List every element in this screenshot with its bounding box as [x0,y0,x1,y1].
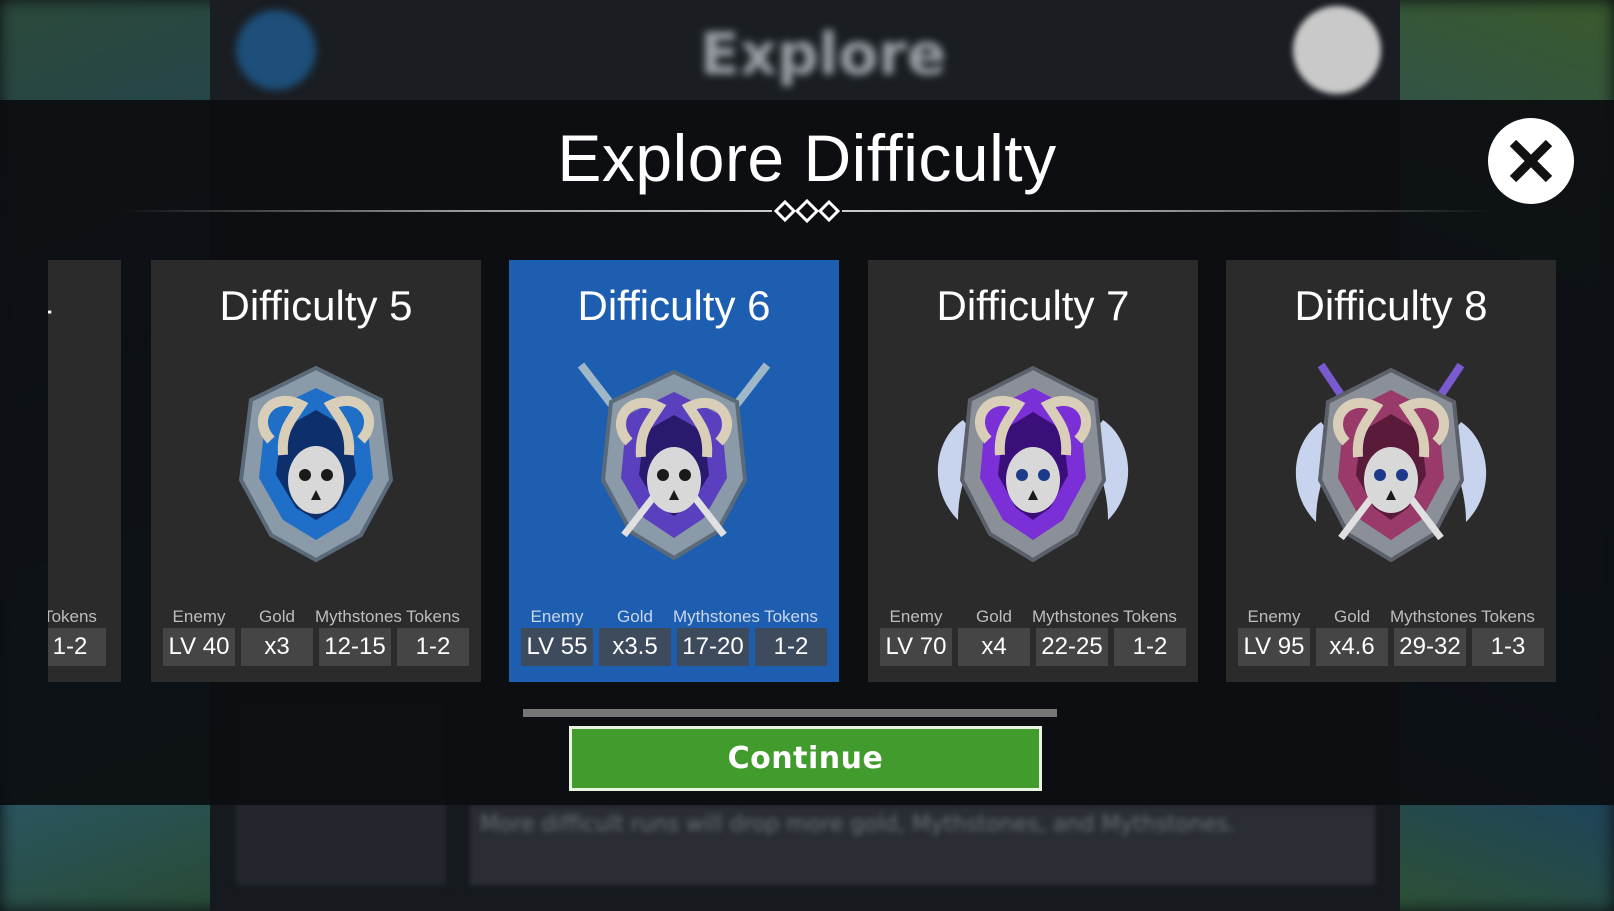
card-title: Difficulty 4 [48,282,121,330]
stat-value-enemy: LV 55 [521,628,593,666]
stat-value-enemy: LV 95 [1238,628,1310,666]
stat-label-tokens: Tokens [48,607,97,626]
background-title: Explore [700,20,947,88]
stat-label-tokens: Tokens [406,607,460,626]
stat-label-mythstones: Mythstones [1032,607,1119,626]
stat-value-mythstones: 29-32 [1394,628,1466,666]
difficulty-card-7[interactable]: Difficulty 7 Enemy Gold Mythstones Token… [868,260,1198,682]
stat-value-enemy: LV 40 [163,628,235,666]
difficulty-card-6[interactable]: Difficulty 6 Enemy Gold Mythstones Token… [509,260,839,682]
stat-value-mythstones: 22-25 [1036,628,1108,666]
card-carousel-scrollbar[interactable] [523,709,1057,717]
background-avatar-icon [236,10,316,90]
stat-label-gold: Gold [1334,607,1370,626]
stat-value-mythstones: 12-15 [319,628,391,666]
stat-value-tokens: 1-2 [48,628,106,666]
stat-label-mythstones: Mythstones [673,607,760,626]
stat-value-gold: x4 [958,628,1030,666]
stat-value-mythstones: 17-20 [677,628,749,666]
stat-value-tokens: 1-2 [755,628,827,666]
divider-ornament-icon [772,198,842,224]
stat-label-gold: Gold [617,607,653,626]
stat-value-gold: x3.5 [599,628,671,666]
stat-label-gold: Gold [976,607,1012,626]
difficulty-card-5[interactable]: Difficulty 5 Enemy Gold Mythstones Token… [151,260,481,682]
stat-label-enemy: Enemy [172,607,226,626]
close-button[interactable] [1488,118,1574,204]
card-title: Difficulty 7 [936,282,1130,329]
difficulty-card-4[interactable]: Difficulty 4 Tokens 1-2 [48,260,121,682]
stat-label-tokens: Tokens [1123,607,1177,626]
stat-value-gold: x3 [241,628,313,666]
background-close-icon [1293,6,1381,94]
stat-value-gold: x4.6 [1316,628,1388,666]
purple-ram-shield-swords-emblem-icon [577,362,771,561]
background-description: More difficult runs will drop more gold,… [480,812,1236,837]
stat-label-mythstones: Mythstones [315,607,402,626]
stat-label-enemy: Enemy [889,607,943,626]
stat-label-tokens: Tokens [1481,607,1535,626]
stat-value-enemy: LV 70 [880,628,952,666]
stat-label-gold: Gold [259,607,295,626]
card-title: Difficulty 6 [577,282,771,329]
difficulty-card-8[interactable]: Difficulty 8 Enemy Gold Mythstones Token… [1226,260,1556,682]
stat-value-tokens: 1-2 [1114,628,1186,666]
blue-ram-shield-emblem-icon [238,365,394,563]
violet-ram-shield-winged-emblem-icon [937,365,1129,563]
close-icon [1509,139,1553,183]
stat-value-tokens: 1-2 [397,628,469,666]
crimson-ram-shield-winged-swords-emblem-icon [1295,362,1487,563]
card-title: Difficulty 5 [219,282,413,329]
stat-label-mythstones: Mythstones [1390,607,1477,626]
modal-title: Explore Difficulty [557,121,1057,195]
stat-label-enemy: Enemy [1247,607,1301,626]
card-title: Difficulty 8 [1294,282,1488,329]
stat-value-tokens: 1-3 [1472,628,1544,666]
stat-label-tokens: Tokens [764,607,818,626]
continue-button[interactable]: Continue [569,726,1042,791]
stat-label-enemy: Enemy [530,607,584,626]
